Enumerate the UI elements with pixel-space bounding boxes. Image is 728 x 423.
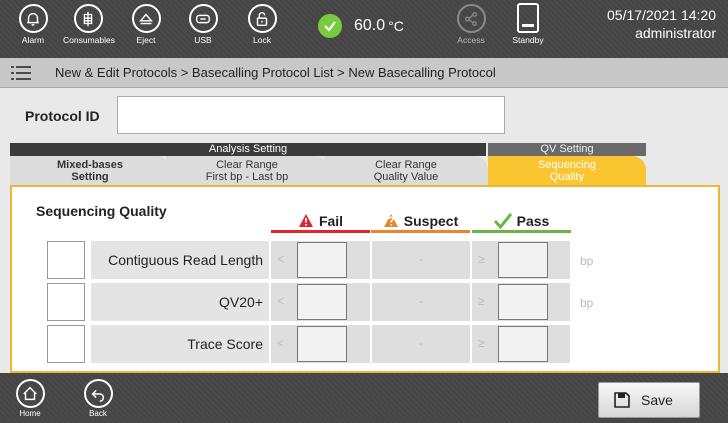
lock-button[interactable]: Lock xyxy=(237,4,287,45)
tab-sequencing-quality[interactable]: Sequencing Quality xyxy=(488,156,646,185)
datetime-user: 05/17/2021 14:20 administrator xyxy=(607,6,716,42)
row-enable-checkbox[interactable] xyxy=(47,325,85,363)
caution-icon xyxy=(383,214,398,227)
less-than-symbol: < xyxy=(277,336,285,350)
analysis-setting-group: Analysis Setting xyxy=(10,143,486,156)
back-label: Back xyxy=(89,409,107,418)
pass-label: Pass xyxy=(516,212,550,229)
tab-label: Mixed-bases xyxy=(56,158,124,171)
fail-cell: < xyxy=(271,283,370,321)
check-icon xyxy=(318,14,342,38)
datetime-text: 05/17/2021 14:20 xyxy=(607,7,716,23)
save-button[interactable]: Save xyxy=(598,382,700,418)
tab-label: Clear Range xyxy=(375,158,437,171)
row-enable-checkbox[interactable] xyxy=(47,241,85,279)
usb-button[interactable]: USB xyxy=(178,4,228,45)
access-button[interactable]: Access xyxy=(446,4,496,45)
fail-column-header: Fail xyxy=(271,211,370,233)
fail-cell: < xyxy=(271,241,370,279)
suspect-range: - xyxy=(419,336,423,350)
fail-threshold-input[interactable] xyxy=(297,284,347,320)
fail-threshold-input[interactable] xyxy=(297,242,347,278)
tab-mixed-bases-setting[interactable]: Mixed-bases Setting xyxy=(10,156,170,185)
panel-title: Sequencing Quality xyxy=(36,203,167,219)
tab-clear-range-quality-value[interactable]: Clear Range Quality Value xyxy=(324,156,488,185)
row-label: QV20+ xyxy=(91,283,269,321)
unit-label: bp xyxy=(580,254,594,268)
top-toolbar: Alarm Consumables Eject USB Lock 60.0 °C xyxy=(0,0,728,58)
standby-label: Standby xyxy=(512,35,544,45)
warning-icon xyxy=(298,214,313,227)
tab-label: Setting xyxy=(71,170,109,183)
eject-button[interactable]: Eject xyxy=(121,4,171,45)
tab-label: Quality xyxy=(549,170,585,183)
unit-label: bp xyxy=(580,296,594,310)
tab-label: Sequencing xyxy=(537,158,597,171)
tab-clear-range-first-last[interactable]: Clear Range First bp - Last bp xyxy=(166,156,328,185)
breadcrumb: New & Edit Protocols > Basecalling Proto… xyxy=(55,65,496,80)
bell-icon xyxy=(18,4,48,33)
home-button[interactable]: Home xyxy=(12,379,48,418)
tab-label: Clear Range xyxy=(216,158,278,171)
usb-icon xyxy=(188,4,218,33)
suspect-range: - xyxy=(419,252,423,266)
save-disk-icon xyxy=(614,392,630,408)
pass-cell: ≥ xyxy=(472,241,570,279)
back-button[interactable]: Back xyxy=(80,379,116,418)
pass-cell: ≥ xyxy=(472,283,570,321)
alarm-label: Alarm xyxy=(21,35,45,45)
lock-label: Lock xyxy=(253,35,271,45)
protocol-id-input[interactable] xyxy=(117,96,505,134)
temperature-status: 60.0 °C xyxy=(318,14,404,38)
suspect-cell: - xyxy=(372,283,470,321)
less-than-symbol: < xyxy=(277,252,285,266)
greater-equal-symbol: ≥ xyxy=(478,294,485,308)
suspect-cell: - xyxy=(372,241,470,279)
suspect-column-header: Suspect xyxy=(371,211,470,233)
greater-equal-symbol: ≥ xyxy=(478,252,485,266)
checkmark-icon xyxy=(493,212,512,229)
lock-icon xyxy=(247,4,277,33)
pass-threshold-input[interactable] xyxy=(498,284,548,320)
menu-list-icon[interactable] xyxy=(11,65,31,81)
greater-equal-symbol: ≥ xyxy=(478,336,485,350)
temperature-unit: °C xyxy=(388,18,404,34)
suspect-range: - xyxy=(419,294,423,308)
eject-label: Eject xyxy=(136,35,156,45)
tab-label: Quality Value xyxy=(373,170,439,183)
consumables-button[interactable]: Consumables xyxy=(63,4,115,45)
pass-threshold-input[interactable] xyxy=(498,326,548,362)
pass-column-header: Pass xyxy=(472,211,571,233)
fail-threshold-input[interactable] xyxy=(297,326,347,362)
less-than-symbol: < xyxy=(277,294,285,308)
access-label: Access xyxy=(457,35,485,45)
back-arrow-icon xyxy=(83,379,113,408)
pass-threshold-input[interactable] xyxy=(498,242,548,278)
alarm-button[interactable]: Alarm xyxy=(8,4,58,45)
tab-label: First bp - Last bp xyxy=(205,170,289,183)
home-icon xyxy=(15,379,45,408)
qv-setting-group: QV Setting xyxy=(488,143,646,156)
suspect-cell: - xyxy=(372,325,470,363)
standby-button[interactable]: Standby xyxy=(508,3,548,45)
save-label: Save xyxy=(641,392,673,408)
consumables-icon xyxy=(73,4,103,33)
share-icon xyxy=(456,4,486,33)
home-label: Home xyxy=(19,409,41,418)
standby-icon xyxy=(517,3,539,33)
user-name: administrator xyxy=(635,25,716,41)
fail-label: Fail xyxy=(318,212,344,229)
eject-icon xyxy=(131,4,161,33)
protocol-id-label: Protocol ID xyxy=(25,108,100,124)
row-label: Contiguous Read Length xyxy=(91,241,269,279)
usb-label: USB xyxy=(194,35,212,45)
breadcrumb-bar: New & Edit Protocols > Basecalling Proto… xyxy=(0,58,728,88)
temperature-value: 60.0 xyxy=(354,17,386,34)
pass-cell: ≥ xyxy=(472,325,570,363)
suspect-label: Suspect xyxy=(403,212,459,229)
row-label: Trace Score xyxy=(91,325,269,363)
fail-cell: < xyxy=(271,325,370,363)
row-enable-checkbox[interactable] xyxy=(47,283,85,321)
consumables-label: Consumables xyxy=(63,35,115,45)
